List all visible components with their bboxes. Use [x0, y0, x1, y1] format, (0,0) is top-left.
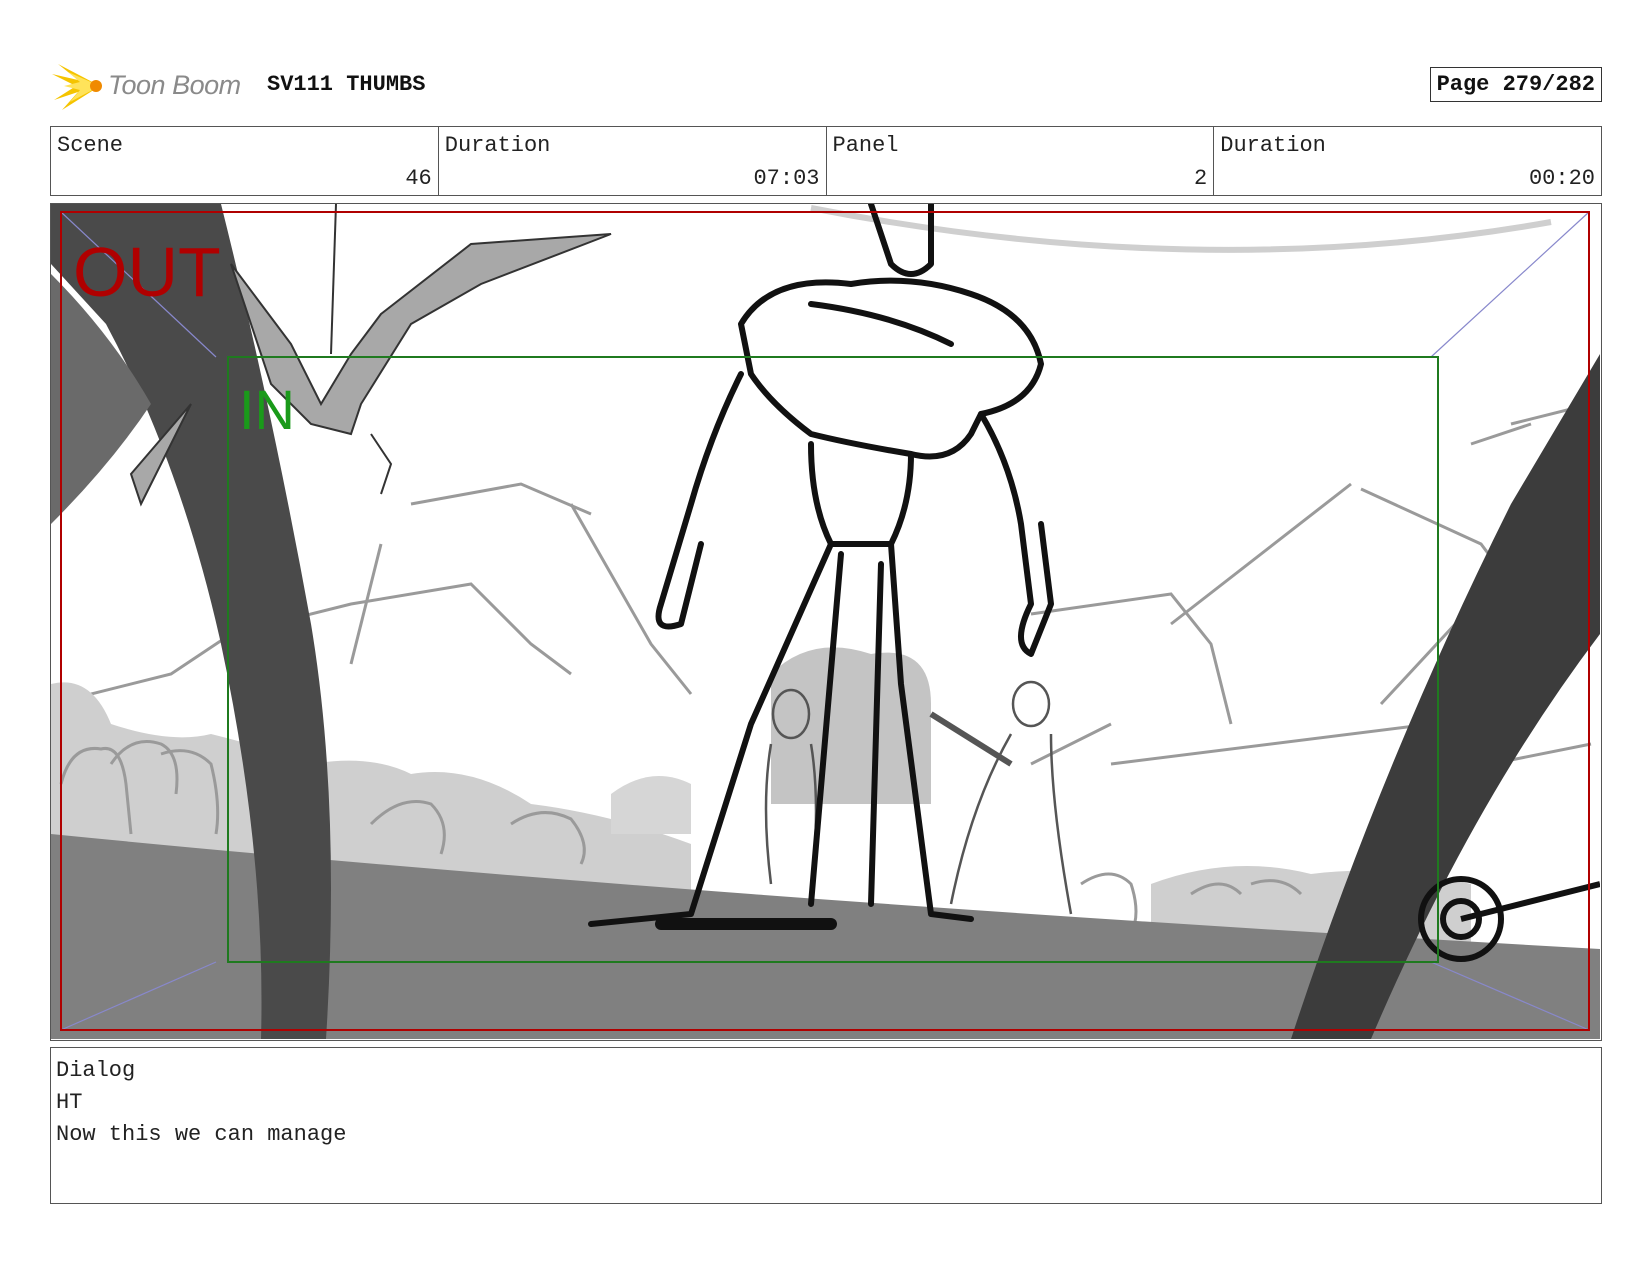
- panel-value: 2: [1194, 166, 1208, 191]
- dialog-box: Dialog HT Now this we can manage: [50, 1047, 1602, 1204]
- dialog-label: Dialog: [56, 1058, 136, 1083]
- panel-cell: Panel 2: [827, 127, 1215, 195]
- scene-duration-cell: Duration 07:03: [439, 127, 827, 195]
- panel-image: OUT IN: [50, 203, 1602, 1041]
- page-number: Page 279/282: [1429, 67, 1602, 102]
- flame-icon: [52, 64, 102, 110]
- storyboard-page: Toon Boom SV111 THUMBS Page 279/282 Scen…: [0, 0, 1648, 1276]
- in-label: IN: [239, 378, 295, 441]
- page-header: Toon Boom SV111 THUMBS Page 279/282: [50, 60, 1602, 112]
- panel-duration-cell: Duration 00:20: [1214, 127, 1601, 195]
- toon-boom-logo: Toon Boom: [50, 60, 250, 112]
- scene-duration-label: Duration: [444, 133, 551, 158]
- panel-info-table: Scene 46 Duration 07:03 Panel 2 Duration…: [50, 126, 1602, 196]
- panel-duration-value: 00:20: [1528, 166, 1595, 191]
- scene-duration-value: 07:03: [753, 166, 820, 191]
- document-title: SV111 THUMBS: [267, 72, 426, 97]
- storyboard-sketch: OUT IN: [51, 204, 1600, 1039]
- dialog-speaker: HT: [56, 1090, 83, 1115]
- logo-text: Toon Boom: [108, 70, 241, 100]
- dialog-text: Now this we can manage: [56, 1122, 347, 1147]
- panel-duration-label: Duration: [1220, 133, 1326, 158]
- scene-label: Scene: [57, 133, 124, 158]
- panel-label: Panel: [832, 133, 899, 158]
- out-label: OUT: [73, 233, 221, 311]
- scene-cell: Scene 46: [51, 127, 439, 195]
- scene-value: 46: [405, 166, 432, 191]
